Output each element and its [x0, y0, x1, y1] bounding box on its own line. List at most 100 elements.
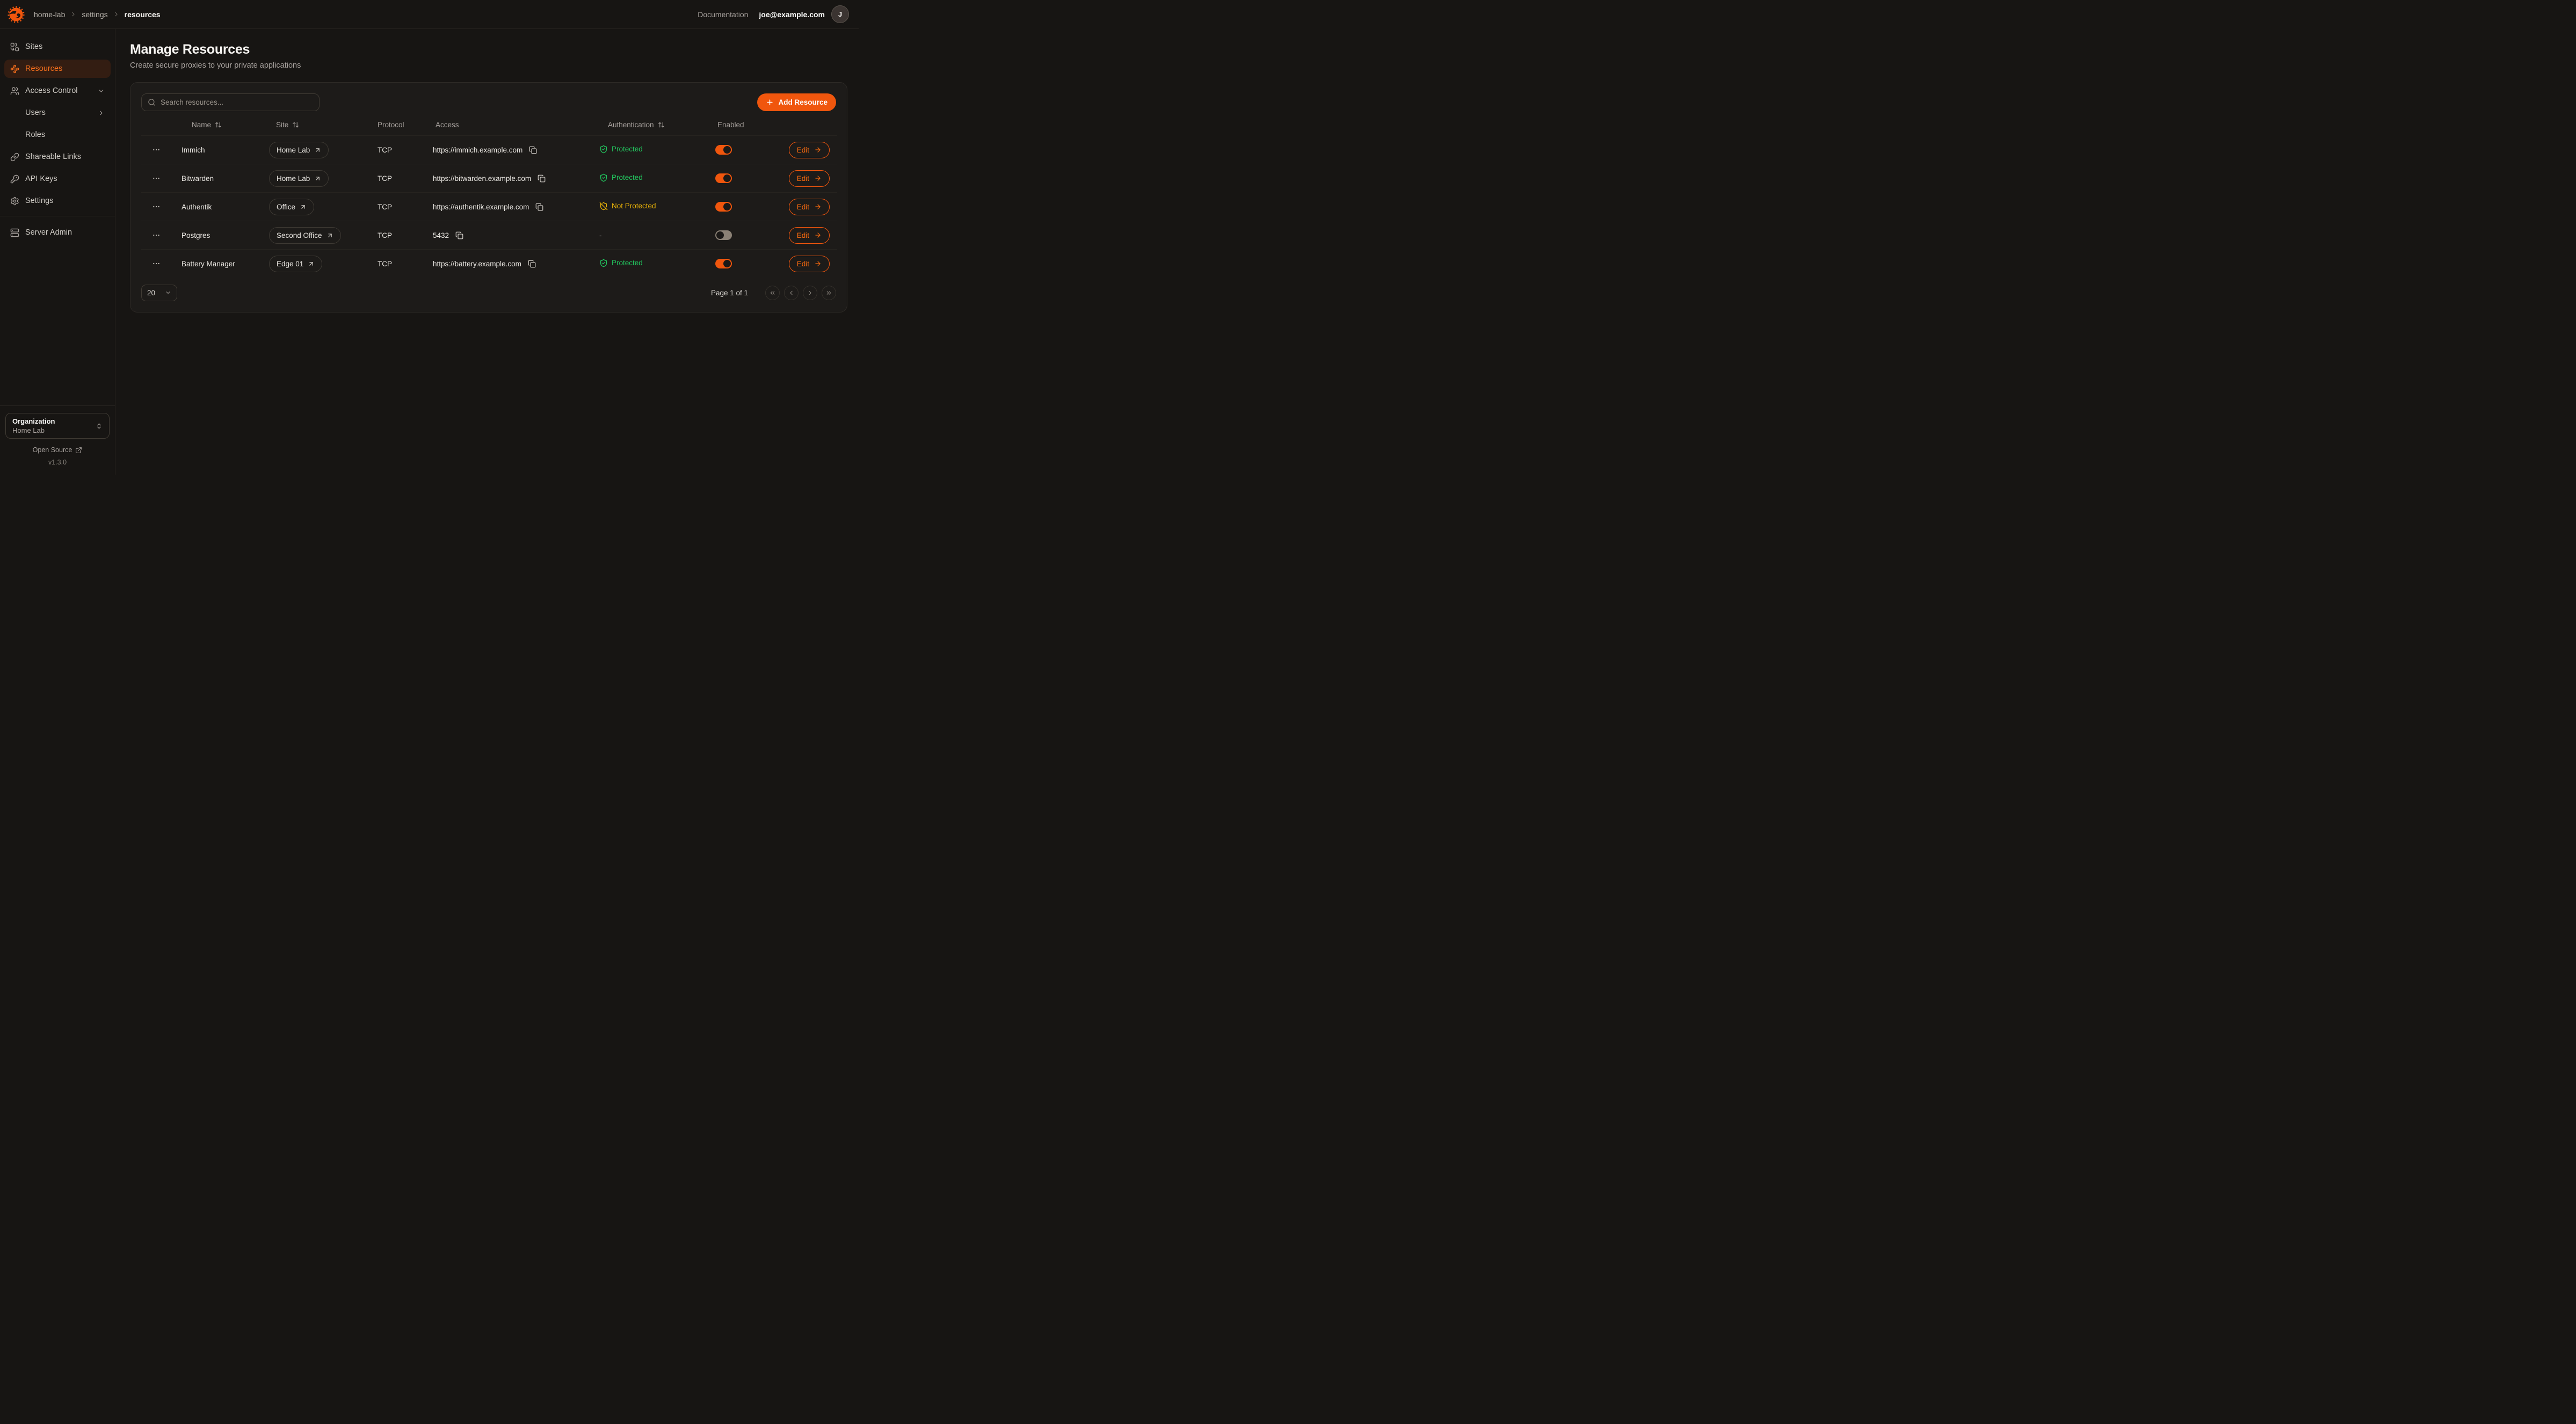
sidebar-item-resources[interactable]: Resources	[4, 60, 111, 78]
breadcrumb-settings[interactable]: settings	[82, 10, 107, 19]
sidebar-item-label: Resources	[25, 64, 62, 73]
add-resource-button[interactable]: Add Resource	[757, 93, 836, 111]
external-link-icon	[75, 447, 82, 454]
sites-icon	[10, 42, 19, 52]
last-page-button[interactable]	[822, 286, 836, 300]
resource-name: Immich	[171, 136, 263, 164]
copy-button[interactable]	[534, 202, 545, 212]
chevron-left-icon	[788, 289, 795, 296]
pagination: Page 1 of 1	[711, 286, 836, 300]
resource-protocol: TCP	[370, 250, 424, 278]
edit-button[interactable]: Edit	[789, 227, 830, 244]
site-link[interactable]: Office	[269, 199, 314, 215]
server-icon	[10, 228, 19, 237]
edit-button[interactable]: Edit	[789, 256, 830, 272]
auth-status: Not Protected	[599, 202, 656, 210]
plus-icon	[766, 98, 774, 106]
pangolin-logo-icon[interactable]	[5, 4, 27, 25]
row-actions-button[interactable]	[150, 143, 163, 156]
page-subtitle: Create secure proxies to your private ap…	[130, 61, 847, 70]
sidebar-item-api-keys[interactable]: API Keys	[4, 170, 111, 188]
edit-button[interactable]: Edit	[789, 199, 830, 215]
column-header-name[interactable]: Name	[171, 121, 263, 136]
resource-name: Postgres	[171, 221, 263, 250]
site-link[interactable]: Second Office	[269, 227, 341, 244]
organization-picker[interactable]: Organization Home Lab	[5, 413, 110, 439]
sidebar-item-label: Shareable Links	[25, 152, 81, 161]
arrow-up-right-icon	[314, 147, 321, 154]
search-input[interactable]	[161, 98, 313, 106]
row-actions-button[interactable]	[150, 229, 163, 242]
copy-button[interactable]	[528, 145, 538, 155]
organization-label: Organization	[12, 417, 55, 425]
copy-icon	[528, 260, 536, 268]
table-row: Immich Home Lab TCP https://immich.examp…	[141, 136, 837, 164]
page-info: Page 1 of 1	[711, 289, 748, 297]
shield-off-icon	[599, 202, 608, 210]
open-source-link[interactable]: Open Source	[33, 446, 83, 454]
row-actions-button[interactable]	[150, 172, 163, 185]
enabled-toggle[interactable]	[715, 173, 732, 183]
enabled-toggle[interactable]	[715, 230, 732, 240]
copy-icon	[535, 203, 543, 211]
resource-access-url: https://battery.example.com	[433, 260, 521, 268]
user-menu-button[interactable]: joe@example.com J	[759, 5, 849, 23]
breadcrumb-org[interactable]: home-lab	[34, 10, 65, 19]
version-label: v1.3.0	[0, 459, 115, 466]
users-icon	[10, 86, 19, 96]
sidebar-item-access-control[interactable]: Access Control	[4, 82, 111, 100]
sidebar-item-sites[interactable]: Sites	[4, 38, 111, 56]
documentation-link[interactable]: Documentation	[698, 10, 748, 19]
sidebar-divider	[0, 405, 115, 406]
sidebar: Sites Resources Access Control Users	[0, 29, 115, 475]
sidebar-item-settings[interactable]: Settings	[4, 192, 111, 210]
column-header-edit	[777, 121, 837, 136]
row-actions-button[interactable]	[150, 257, 163, 270]
breadcrumb-resources[interactable]: resources	[125, 10, 161, 19]
resources-table: Name Site Protocol Access Authentication…	[141, 121, 837, 278]
edit-button[interactable]: Edit	[789, 170, 830, 187]
sidebar-item-server-admin[interactable]: Server Admin	[4, 223, 111, 242]
column-header-site[interactable]: Site	[263, 121, 370, 136]
site-link[interactable]: Home Lab	[269, 142, 329, 158]
previous-page-button[interactable]	[784, 286, 799, 300]
chevron-down-icon	[165, 289, 171, 296]
arrow-up-right-icon	[326, 232, 333, 239]
resource-name: Battery Manager	[171, 250, 263, 278]
site-link[interactable]: Edge 01	[269, 256, 322, 272]
row-actions-button[interactable]	[150, 200, 163, 213]
first-page-button[interactable]	[765, 286, 780, 300]
resource-protocol: TCP	[370, 136, 424, 164]
topbar: home-lab settings resources Documentatio…	[0, 0, 859, 29]
site-link[interactable]: Home Lab	[269, 170, 329, 187]
resource-access-url: https://authentik.example.com	[433, 203, 529, 211]
next-page-button[interactable]	[803, 286, 817, 300]
column-header-enabled: Enabled	[708, 121, 777, 136]
resource-protocol: TCP	[370, 164, 424, 193]
chevrons-left-icon	[769, 289, 776, 296]
sidebar-item-shareable-links[interactable]: Shareable Links	[4, 148, 111, 166]
arrow-right-icon	[814, 231, 822, 239]
sidebar-item-roles[interactable]: Roles	[4, 126, 111, 144]
copy-button[interactable]	[536, 173, 547, 184]
edit-button[interactable]: Edit	[789, 142, 830, 158]
ellipsis-icon	[152, 146, 161, 154]
ellipsis-icon	[152, 231, 161, 239]
copy-button[interactable]	[527, 259, 537, 269]
sidebar-item-label: API Keys	[25, 175, 57, 183]
chevron-right-icon	[807, 289, 814, 296]
shield-check-icon	[599, 259, 608, 267]
arrow-right-icon	[814, 146, 822, 154]
copy-icon	[538, 175, 546, 183]
sort-icon	[658, 121, 665, 128]
page-size-select[interactable]: 20	[141, 285, 177, 301]
sidebar-item-users[interactable]: Users	[4, 104, 111, 122]
arrow-up-right-icon	[300, 204, 307, 210]
enabled-toggle[interactable]	[715, 202, 732, 212]
enabled-toggle[interactable]	[715, 259, 732, 268]
organization-value: Home Lab	[12, 426, 55, 434]
resource-protocol: TCP	[370, 193, 424, 221]
enabled-toggle[interactable]	[715, 145, 732, 155]
copy-button[interactable]	[454, 230, 465, 241]
column-header-authentication[interactable]: Authentication	[590, 121, 708, 136]
